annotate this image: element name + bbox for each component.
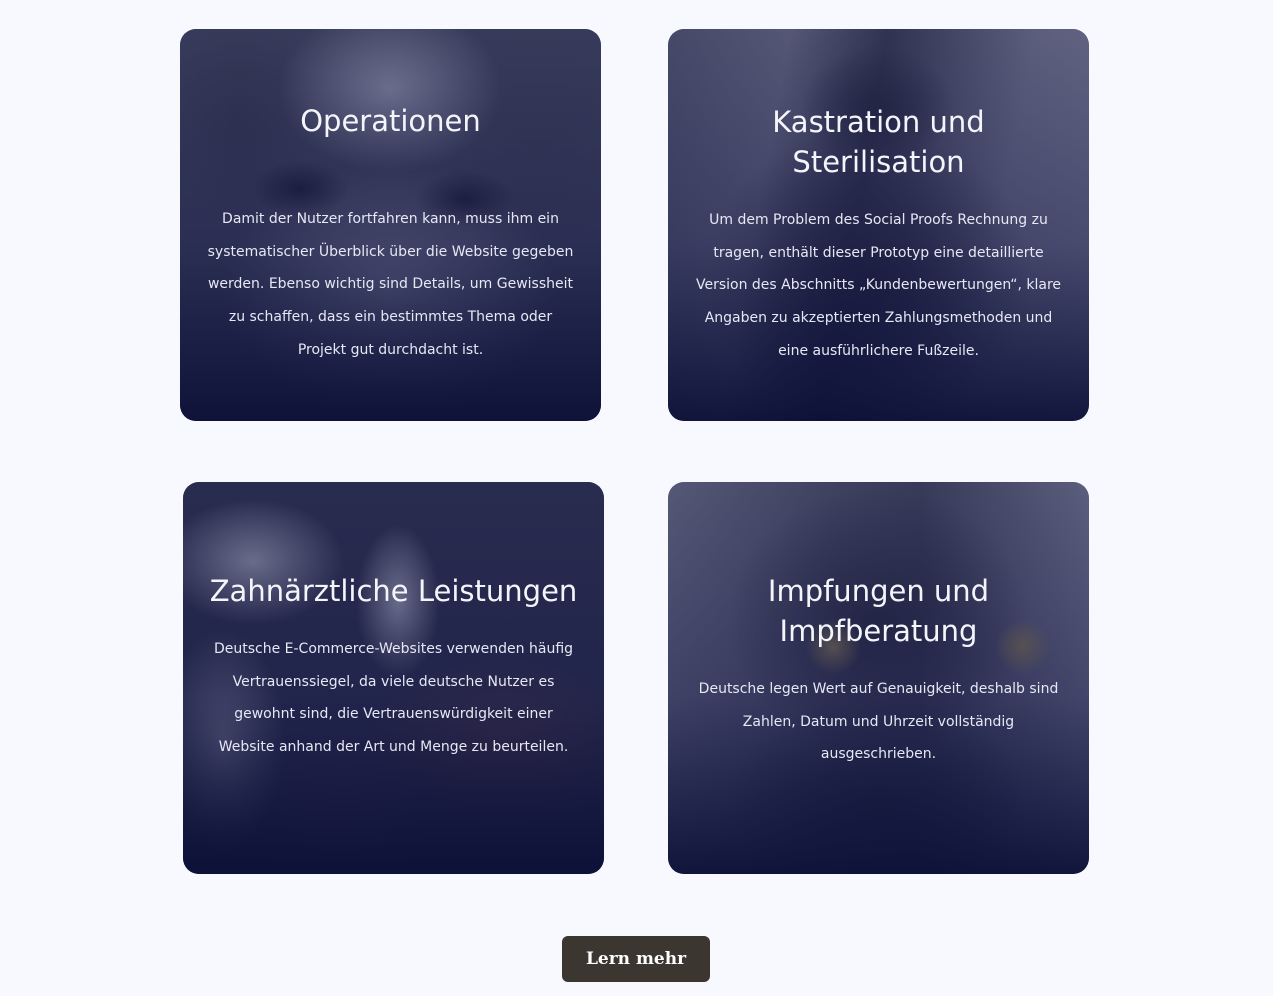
- card-description: Deutsche legen Wert auf Genauigkeit, des…: [698, 681, 1059, 763]
- card-title: Impfungen und Impfberatung: [767, 574, 990, 648]
- service-card-kastration[interactable]: Kastration und Sterilisation Um dem Prob…: [668, 29, 1089, 421]
- learn-more-button[interactable]: Lern mehr: [562, 936, 710, 982]
- services-page: Operationen Damit der Nutzer fortfahren …: [0, 0, 1273, 996]
- card-content: Zahnärztliche Leistungen Deutsche E-Comm…: [183, 571, 604, 764]
- card-title: Kastration und Sterilisation: [772, 105, 985, 179]
- service-card-zahnaerztliche-leistungen[interactable]: Zahnärztliche Leistungen Deutsche E-Comm…: [183, 482, 604, 874]
- card-title: Operationen: [300, 104, 481, 138]
- card-description: Deutsche E-Commerce-Websites verwenden h…: [213, 641, 574, 756]
- card-description: Um dem Problem des Social Proofs Rechnun…: [695, 212, 1062, 359]
- card-description: Damit der Nutzer fortfahren kann, muss i…: [207, 211, 574, 358]
- card-content: Operationen Damit der Nutzer fortfahren …: [180, 101, 601, 367]
- card-content: Kastration und Sterilisation Um dem Prob…: [668, 102, 1089, 368]
- service-card-operationen[interactable]: Operationen Damit der Nutzer fortfahren …: [180, 29, 601, 421]
- card-title: Zahnärztliche Leistungen: [209, 574, 578, 608]
- card-content: Impfungen und Impfberatung Deutsche lege…: [668, 571, 1089, 771]
- service-card-impfungen[interactable]: Impfungen und Impfberatung Deutsche lege…: [668, 482, 1089, 874]
